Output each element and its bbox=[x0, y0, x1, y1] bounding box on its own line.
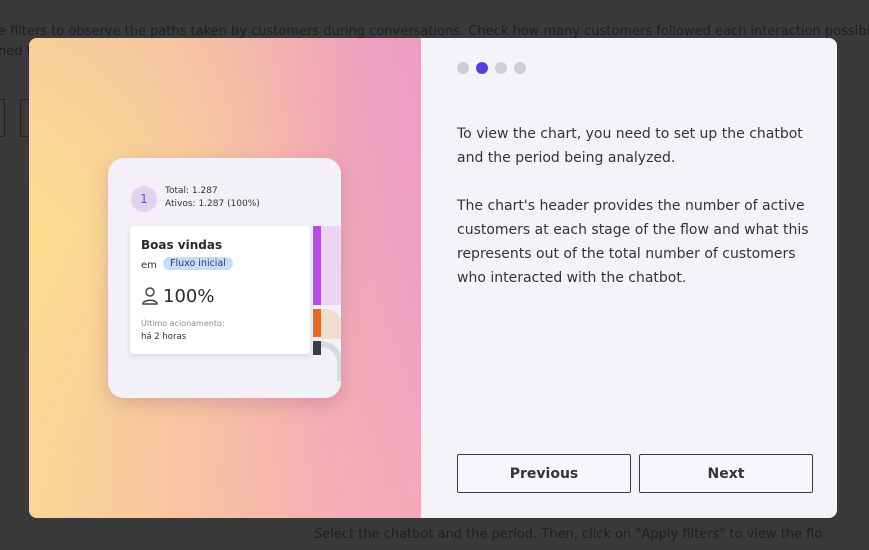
node-title: Boas vindas bbox=[141, 238, 223, 252]
background-description-line: e filters to observe the paths taken by … bbox=[0, 24, 869, 39]
flow-bar-purple bbox=[313, 226, 321, 305]
step-indicator bbox=[457, 62, 526, 74]
step-dot-active[interactable] bbox=[476, 62, 488, 74]
flow-connector-purple bbox=[321, 226, 341, 305]
step-dot[interactable] bbox=[514, 62, 526, 74]
flow-bar-orange bbox=[313, 309, 321, 337]
person-icon bbox=[142, 287, 158, 305]
node-percentage: 100% bbox=[163, 286, 215, 307]
flow-chip: Fluxo inicial bbox=[163, 257, 233, 270]
step-dot[interactable] bbox=[495, 62, 507, 74]
total-count: Total: 1.287 bbox=[165, 186, 218, 196]
onboarding-modal: 1 Total: 1.287 Ativos: 1.287 (100%) Boas… bbox=[29, 38, 837, 518]
last-trigger-label: Último acionamento: bbox=[141, 319, 225, 328]
background-instruction-text: Select the chatbot and the period. Then,… bbox=[314, 527, 823, 542]
description-paragraph-1: To view the chart, you need to set up th… bbox=[457, 126, 803, 166]
flow-connector-gray bbox=[321, 341, 341, 381]
flow-connector-orange bbox=[321, 309, 341, 339]
node-em-label: em bbox=[141, 260, 157, 271]
flow-chart-illustration-card: 1 Total: 1.287 Ativos: 1.287 (100%) Boas… bbox=[108, 158, 341, 398]
previous-button[interactable]: Previous bbox=[457, 454, 631, 493]
last-trigger-value: há 2 horas bbox=[141, 332, 187, 342]
hero-gradient-panel: 1 Total: 1.287 Ativos: 1.287 (100%) Boas… bbox=[29, 38, 421, 518]
flow-node-card: Boas vindas em Fluxo inicial 100% Último… bbox=[130, 226, 310, 354]
step-number-badge: 1 bbox=[131, 186, 157, 212]
next-button[interactable]: Next bbox=[639, 454, 813, 493]
background-description-line-2: ned t bbox=[0, 44, 32, 59]
description-paragraph-2: The chart's header provides the number o… bbox=[457, 198, 809, 286]
flow-bar-dark bbox=[313, 341, 321, 355]
step-description: To view the chart, you need to set up th… bbox=[457, 122, 817, 314]
active-count: Ativos: 1.287 (100%) bbox=[165, 199, 260, 209]
step-dot[interactable] bbox=[457, 62, 469, 74]
background-control bbox=[0, 99, 5, 137]
